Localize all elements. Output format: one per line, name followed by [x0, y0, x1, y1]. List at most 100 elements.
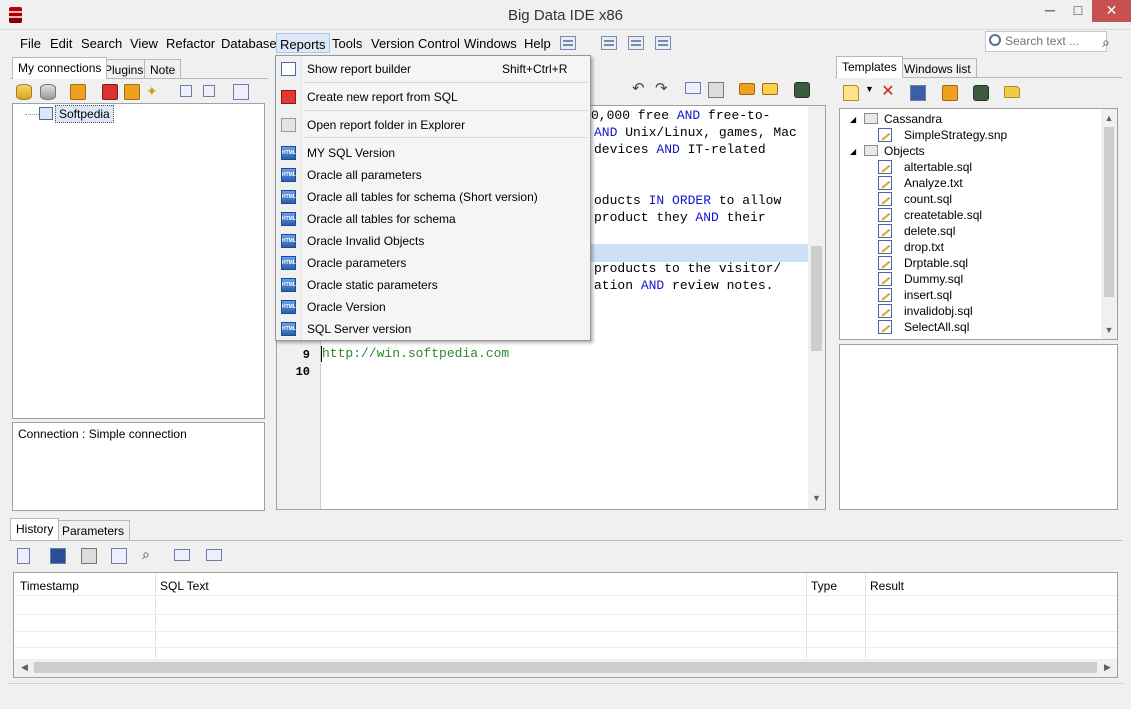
add-connection-icon[interactable] — [102, 84, 118, 100]
menu-item-label: Oracle Version — [307, 300, 386, 314]
history-hscrollbar[interactable]: ◀ ▶ — [14, 659, 1117, 677]
reports-menu-item[interactable]: Create new report from SQL — [276, 86, 590, 108]
tab-my-connections[interactable]: My connections — [12, 57, 108, 79]
wand-icon[interactable]: ✦ — [146, 84, 162, 100]
code-line: product they AND their — [594, 210, 766, 225]
redo-icon[interactable]: ↷ — [655, 81, 671, 97]
editor-scroll-thumb[interactable] — [811, 246, 822, 351]
layout-list-icon[interactable] — [601, 36, 617, 50]
tree-node-cassandra[interactable]: ◢ Cassandra — [850, 111, 942, 126]
reports-menu-item[interactable]: HTML Oracle parameters — [276, 252, 590, 274]
column-sql-text[interactable]: SQL Text — [154, 573, 215, 595]
tab-history[interactable]: History — [10, 518, 60, 540]
file-icon — [878, 224, 892, 238]
check-icon[interactable] — [942, 85, 958, 101]
code-text: products to the visitor/ — [594, 261, 782, 276]
tab-parameters[interactable]: Parameters — [56, 520, 131, 540]
sql-icon[interactable] — [206, 549, 222, 561]
scroll-down-arrow[interactable]: ▼ — [808, 493, 825, 503]
reports-menu-item[interactable]: HTML Oracle all parameters — [276, 164, 590, 186]
grid-icon[interactable] — [174, 549, 190, 561]
menu-version-control[interactable]: Version Control — [371, 36, 460, 56]
scroll-up-arrow[interactable]: ▲ — [1101, 113, 1117, 123]
menu-item-label: Oracle parameters — [307, 256, 407, 270]
tab-windows-list[interactable]: Windows list — [898, 58, 977, 78]
close-button[interactable]: ✕ — [1092, 0, 1131, 22]
menu-database[interactable]: Database — [221, 36, 277, 56]
search-box[interactable] — [985, 31, 1107, 52]
minimize-button[interactable]: ─ — [1036, 0, 1064, 22]
menu-reports[interactable]: Reports — [276, 33, 330, 53]
column-timestamp[interactable]: Timestamp — [14, 573, 85, 595]
menu-file[interactable]: File — [20, 36, 41, 56]
new-template-icon[interactable] — [843, 85, 859, 101]
file-icon — [878, 288, 892, 302]
server-icon — [39, 107, 53, 120]
right-panel: Templates Windows list ▼ ✕ ◢ Cassandra Sim… — [834, 56, 1124, 513]
file-icon — [878, 272, 892, 286]
save-icon[interactable] — [50, 548, 66, 564]
reports-dropdown-menu: Show report builder Shift+Ctrl+R Create ne… — [275, 55, 591, 341]
print-icon[interactable] — [708, 82, 724, 98]
templates-scroll-thumb[interactable] — [1104, 127, 1114, 297]
menu-refactor[interactable]: Refactor — [166, 36, 215, 56]
search-input[interactable] — [1005, 34, 1103, 48]
delete-icon[interactable]: ✕ — [880, 84, 896, 101]
reports-menu-item[interactable]: Open report folder in Explorer — [276, 114, 590, 136]
undo-icon[interactable]: ↶ — [632, 81, 648, 97]
tab-templates[interactable]: Templates — [836, 56, 903, 78]
find-icon[interactable]: ⌕ — [142, 546, 158, 562]
open-folder-icon[interactable] — [1004, 86, 1020, 98]
remove-connection-icon[interactable] — [124, 84, 140, 100]
camera-icon[interactable] — [973, 85, 989, 101]
menu-help[interactable]: Help — [524, 36, 551, 56]
scroll-down-arrow[interactable]: ▼ — [1101, 325, 1117, 335]
page-setup-icon[interactable] — [685, 82, 701, 94]
new-file-icon[interactable] — [17, 548, 30, 564]
menu-tools[interactable]: Tools — [332, 36, 362, 56]
templates-scrollbar[interactable]: ▲ ▼ — [1101, 109, 1117, 339]
layout-columns-icon[interactable] — [655, 36, 671, 50]
eraser-icon[interactable] — [762, 83, 778, 95]
copy-icon[interactable] — [233, 84, 249, 100]
copy-icon[interactable] — [111, 548, 127, 564]
tree-node-objects[interactable]: ◢ Objects — [850, 143, 925, 158]
reports-menu-item[interactable]: Show report builder Shift+Ctrl+R — [276, 58, 590, 80]
editor-scrollbar[interactable]: ▼ — [808, 106, 825, 509]
reports-menu-item[interactable]: HTML MY SQL Version — [276, 142, 590, 164]
template-window-icon[interactable] — [910, 85, 926, 101]
menu-edit[interactable]: Edit — [50, 36, 72, 56]
column-result[interactable]: Result — [864, 573, 910, 595]
menu-windows[interactable]: Windows — [464, 36, 517, 56]
layout-split-icon[interactable] — [628, 36, 644, 50]
reports-menu-item[interactable]: HTML Oracle all tables for schema (Short … — [276, 186, 590, 208]
tree-root-softpedia[interactable]: Softpedia — [55, 105, 114, 123]
dropdown-arrow-icon[interactable]: ▼ — [865, 84, 874, 94]
scroll-left-arrow[interactable]: ◀ — [16, 662, 33, 673]
column-type[interactable]: Type — [805, 573, 843, 595]
menu-view[interactable]: View — [130, 36, 158, 56]
reports-menu-item[interactable]: HTML SQL Server version — [276, 318, 590, 340]
database-grey-icon[interactable] — [40, 84, 56, 100]
reports-menu-item[interactable]: HTML Oracle Version — [276, 296, 590, 318]
history-scroll-thumb[interactable] — [34, 662, 1097, 673]
reports-menu-item[interactable]: HTML Oracle all tables for schema — [276, 208, 590, 230]
tab-note[interactable]: Note — [144, 59, 182, 79]
reports-menu-item[interactable]: HTML Oracle static parameters — [276, 274, 590, 296]
sql-keyword: AND — [676, 108, 701, 123]
connect-icon[interactable] — [70, 84, 86, 100]
code-line: products to the visitor/ — [594, 261, 781, 276]
scroll-right-arrow[interactable]: ▶ — [1099, 662, 1116, 673]
print-icon[interactable] — [81, 548, 97, 564]
maximize-button[interactable]: □ — [1064, 0, 1092, 22]
database-icon[interactable] — [16, 84, 32, 100]
camera-icon[interactable] — [794, 82, 810, 98]
menu-item-label: Oracle all tables for schema (Short vers… — [307, 190, 538, 204]
collapse-icon[interactable] — [203, 85, 215, 97]
reports-menu-item[interactable]: HTML Oracle Invalid Objects — [276, 230, 590, 252]
layout-icon[interactable] — [560, 36, 576, 50]
expand-icon[interactable] — [180, 85, 192, 97]
menu-search[interactable]: Search — [81, 36, 122, 56]
binoculars-icon[interactable]: ⌕ — [1102, 34, 1110, 51]
format-icon[interactable] — [739, 83, 755, 95]
